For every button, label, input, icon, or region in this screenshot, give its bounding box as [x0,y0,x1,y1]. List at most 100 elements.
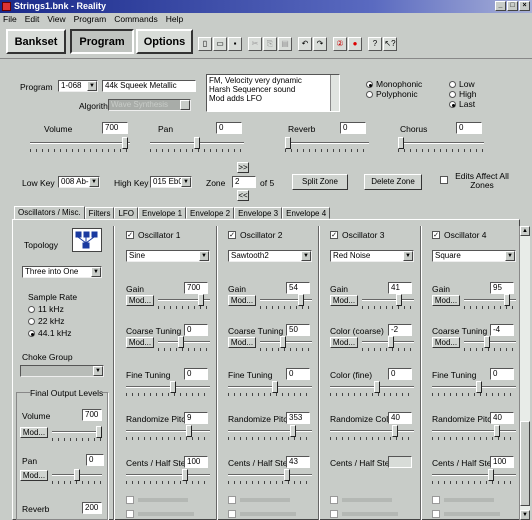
gain-slider[interactable] [464,294,516,309]
polyphonic-radio[interactable] [366,91,373,98]
final-pan-mod-button[interactable]: Mod... [20,470,48,481]
fine-input[interactable]: 0 [490,368,514,380]
program-number-select[interactable]: 1-068 ▼ [58,80,98,92]
zone-input[interactable]: 2 [232,176,256,188]
option-checkbox[interactable] [330,510,338,518]
pan-slider[interactable] [150,137,244,152]
monophonic-radio[interactable] [366,81,373,88]
chorus-input[interactable]: 0 [456,122,482,134]
option-checkbox[interactable] [228,510,236,518]
coarse-input[interactable]: -4 [490,324,514,336]
waveform-select[interactable]: Sine ▼ [126,250,210,262]
rate-11k-radio[interactable] [28,306,35,313]
menu-help[interactable]: Help [166,13,183,25]
tab-envelope-1[interactable]: Envelope 1 [138,207,187,219]
algorithm-select[interactable]: Wave Synthesis ▼ [108,99,191,111]
mod-button[interactable]: Mod... [432,337,460,348]
coarse-input[interactable]: 50 [286,324,310,336]
final-pan-input[interactable]: 0 [86,454,104,466]
coarse-input[interactable]: -2 [388,324,412,336]
tab-envelope-2[interactable]: Envelope 2 [186,207,235,219]
menu-file[interactable]: File [3,13,17,25]
rand-slider[interactable] [228,425,312,440]
scroll-thumb[interactable] [520,421,530,506]
undo-icon[interactable]: ↶ [298,37,312,51]
oscillator-enable-checkbox[interactable]: ✓ [228,231,236,239]
waveform-select[interactable]: Square ▼ [432,250,516,262]
mod-button[interactable]: Mod... [330,337,358,348]
coarse-slider[interactable] [260,336,312,351]
gain-slider[interactable] [362,294,414,309]
description-scrollbar[interactable] [330,75,339,111]
cents-slider[interactable] [228,469,312,484]
panel-scrollbar[interactable]: ▲ ▼ [519,226,530,520]
option-checkbox[interactable] [126,496,134,504]
mod-button[interactable]: Mod... [330,295,358,306]
cents-slider[interactable] [126,469,210,484]
final-volume-slider[interactable] [52,426,102,441]
fine-slider[interactable] [228,381,312,396]
gain-input[interactable]: 41 [388,282,412,294]
fine-slider[interactable] [126,381,210,396]
delete-zone-button[interactable]: Delete Zone [364,174,422,190]
oscillator-enable-checkbox[interactable]: ✓ [126,231,134,239]
reverb-input[interactable]: 0 [340,122,366,134]
menu-program[interactable]: Program [74,13,107,25]
rand-slider[interactable] [432,425,516,440]
coarse-slider[interactable] [158,336,210,351]
final-reverb-input[interactable]: 200 [82,502,102,514]
choke-group-select[interactable]: ▼ [20,365,104,377]
option-checkbox[interactable] [228,496,236,504]
options-button[interactable]: Options [136,29,193,54]
close-button[interactable]: × [519,1,530,11]
tab-filters[interactable]: Filters [84,207,115,219]
mod-button[interactable]: Mod... [228,337,256,348]
mod-button[interactable]: Mod... [126,337,154,348]
open-icon[interactable]: ▭ [213,37,227,51]
coarse-slider[interactable] [464,336,516,351]
rand-input[interactable]: 9 [184,412,208,424]
final-volume-input[interactable]: 700 [82,409,102,421]
fine-input[interactable]: 0 [388,368,412,380]
fine-input[interactable]: 0 [184,368,208,380]
scroll-down-icon[interactable]: ▼ [520,510,530,520]
rand-slider[interactable] [330,425,414,440]
final-pan-slider[interactable] [52,469,102,484]
option-checkbox[interactable] [126,510,134,518]
waveform-select[interactable]: Sawtooth2 ▼ [228,250,312,262]
menu-edit[interactable]: Edit [25,13,40,25]
rate-44k-radio[interactable] [28,330,35,337]
option-checkbox[interactable] [432,510,440,518]
priority-last-radio[interactable] [449,101,456,108]
option-checkbox[interactable] [330,496,338,504]
rand-input[interactable]: 40 [490,412,514,424]
priority-low-radio[interactable] [449,81,456,88]
coarse-slider[interactable] [362,336,414,351]
redo-icon[interactable]: ↷ [313,37,327,51]
cents-input[interactable] [388,456,412,468]
gain-input[interactable]: 700 [184,282,208,294]
coarse-input[interactable]: 0 [184,324,208,336]
gain-input[interactable]: 95 [490,282,514,294]
oscillator-enable-checkbox[interactable]: ✓ [330,231,338,239]
menu-commands[interactable]: Commands [114,13,157,25]
volume-slider[interactable] [30,137,130,152]
fine-slider[interactable] [330,381,414,396]
high-key-select[interactable]: 015 Eb0 ▼ [150,176,192,188]
tab-envelope-3[interactable]: Envelope 3 [234,207,283,219]
rand-input[interactable]: 353 [286,412,310,424]
program-description[interactable]: FM, Velocity very dynamic Harsh Sequence… [206,74,340,112]
record-icon[interactable]: ● [348,37,362,51]
paste-icon[interactable]: ▤ [278,37,292,51]
program-name-input[interactable]: 44k Squeek Metallic [102,80,196,92]
oscillator-enable-checkbox[interactable]: ✓ [432,231,440,239]
cents-input[interactable]: 43 [286,456,310,468]
rand-slider[interactable] [126,425,210,440]
cut-icon[interactable]: ✂ [248,37,262,51]
cents-input[interactable]: 100 [184,456,208,468]
minimize-button[interactable]: _ [495,1,506,11]
new-icon[interactable]: ▯ [198,37,212,51]
pan-input[interactable]: 0 [216,122,242,134]
rand-input[interactable]: 40 [388,412,412,424]
gain-input[interactable]: 54 [286,282,310,294]
